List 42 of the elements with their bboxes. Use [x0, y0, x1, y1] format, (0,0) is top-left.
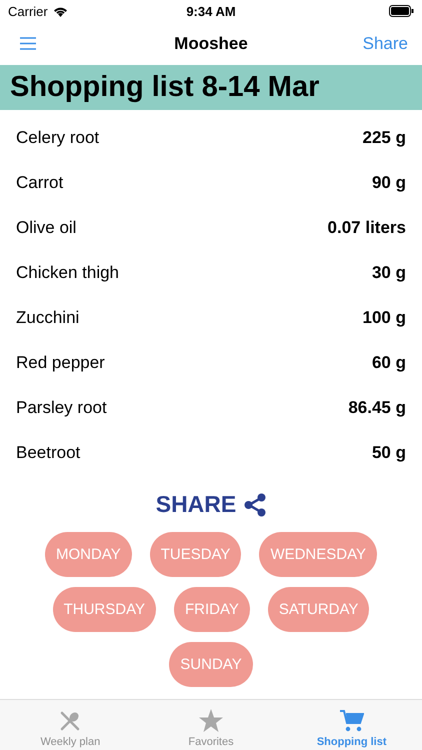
clock-time: 9:34 AM [186, 4, 236, 18]
day-button[interactable]: SUNDAY [169, 642, 253, 687]
item-name: Beetroot [16, 442, 80, 462]
item-name: Celery root [16, 128, 100, 148]
item-amount: 0.07 liters [328, 218, 406, 238]
tab-item[interactable]: Favorites [140, 700, 282, 750]
item-name: Red pepper [16, 352, 105, 372]
item-name: Chicken thigh [16, 262, 120, 282]
wifi-icon [52, 6, 68, 16]
tab-label: Shopping list [316, 736, 387, 748]
item-name: Carrot [16, 172, 64, 192]
list-title: Shopping list 8-14 Mar [10, 71, 320, 104]
cart-icon [340, 710, 364, 732]
day-button[interactable]: FRIDAY [174, 587, 250, 632]
item-amount: 86.45 g [348, 398, 406, 418]
day-button[interactable]: THURSDAY [52, 587, 156, 632]
day-button[interactable]: WEDNESDAY [259, 532, 378, 577]
item-name: Parsley root [16, 398, 107, 418]
item-amount: 50 g [372, 442, 406, 462]
tab-label: Favorites [188, 736, 234, 748]
item-amount: 225 g [362, 128, 406, 148]
item-amount: 100 g [362, 308, 406, 328]
star-icon [199, 709, 223, 732]
battery-icon [389, 5, 414, 17]
tab-item[interactable]: Weekly plan [0, 700, 141, 750]
share-button[interactable]: SHARE [156, 491, 266, 518]
item-name: Olive oil [16, 218, 76, 238]
menu-icon[interactable] [20, 37, 36, 50]
day-button[interactable]: MONDAY [44, 532, 132, 577]
item-amount: 30 g [372, 262, 406, 282]
item-amount: 60 g [372, 352, 406, 372]
day-button[interactable]: SATURDAY [268, 587, 370, 632]
day-button[interactable]: TUESDAY [150, 532, 242, 577]
item-name: Zucchini [16, 308, 80, 328]
utensils-icon [59, 710, 82, 732]
tab-label: Weekly plan [40, 736, 100, 748]
carrier-label: Carrier [8, 4, 48, 18]
item-amount: 90 g [372, 172, 406, 192]
tab-item[interactable]: Shopping list [281, 700, 422, 750]
share-icon [244, 492, 266, 516]
share-link[interactable]: Share [362, 34, 408, 54]
app-title: Mooshee [174, 34, 248, 54]
